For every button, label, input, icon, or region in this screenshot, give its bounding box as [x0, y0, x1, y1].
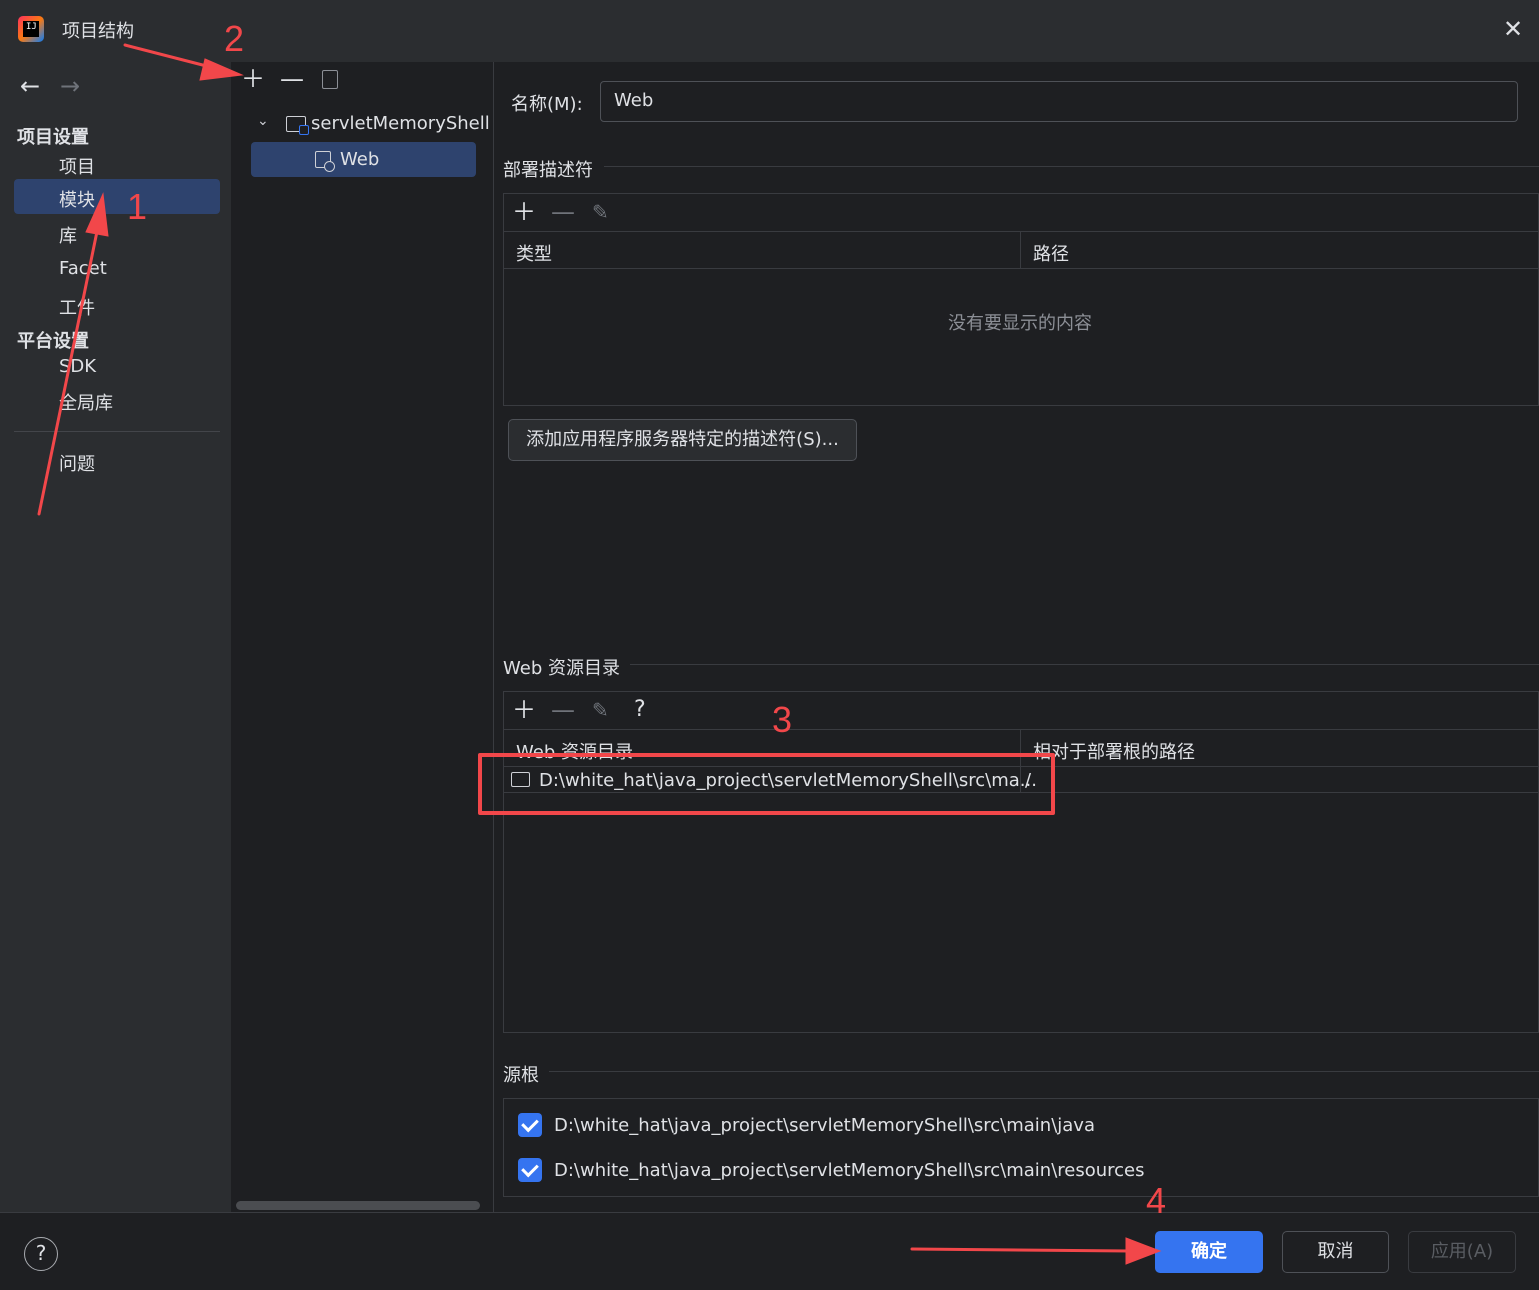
arrow-2-head	[199, 58, 244, 81]
arrow-4-shaft	[910, 1247, 1132, 1253]
arrow-4-head	[1125, 1237, 1162, 1265]
annotation-arrows	[37, 43, 1162, 1265]
arrow-1-shaft	[37, 210, 103, 516]
arrow-1-head	[85, 192, 109, 237]
